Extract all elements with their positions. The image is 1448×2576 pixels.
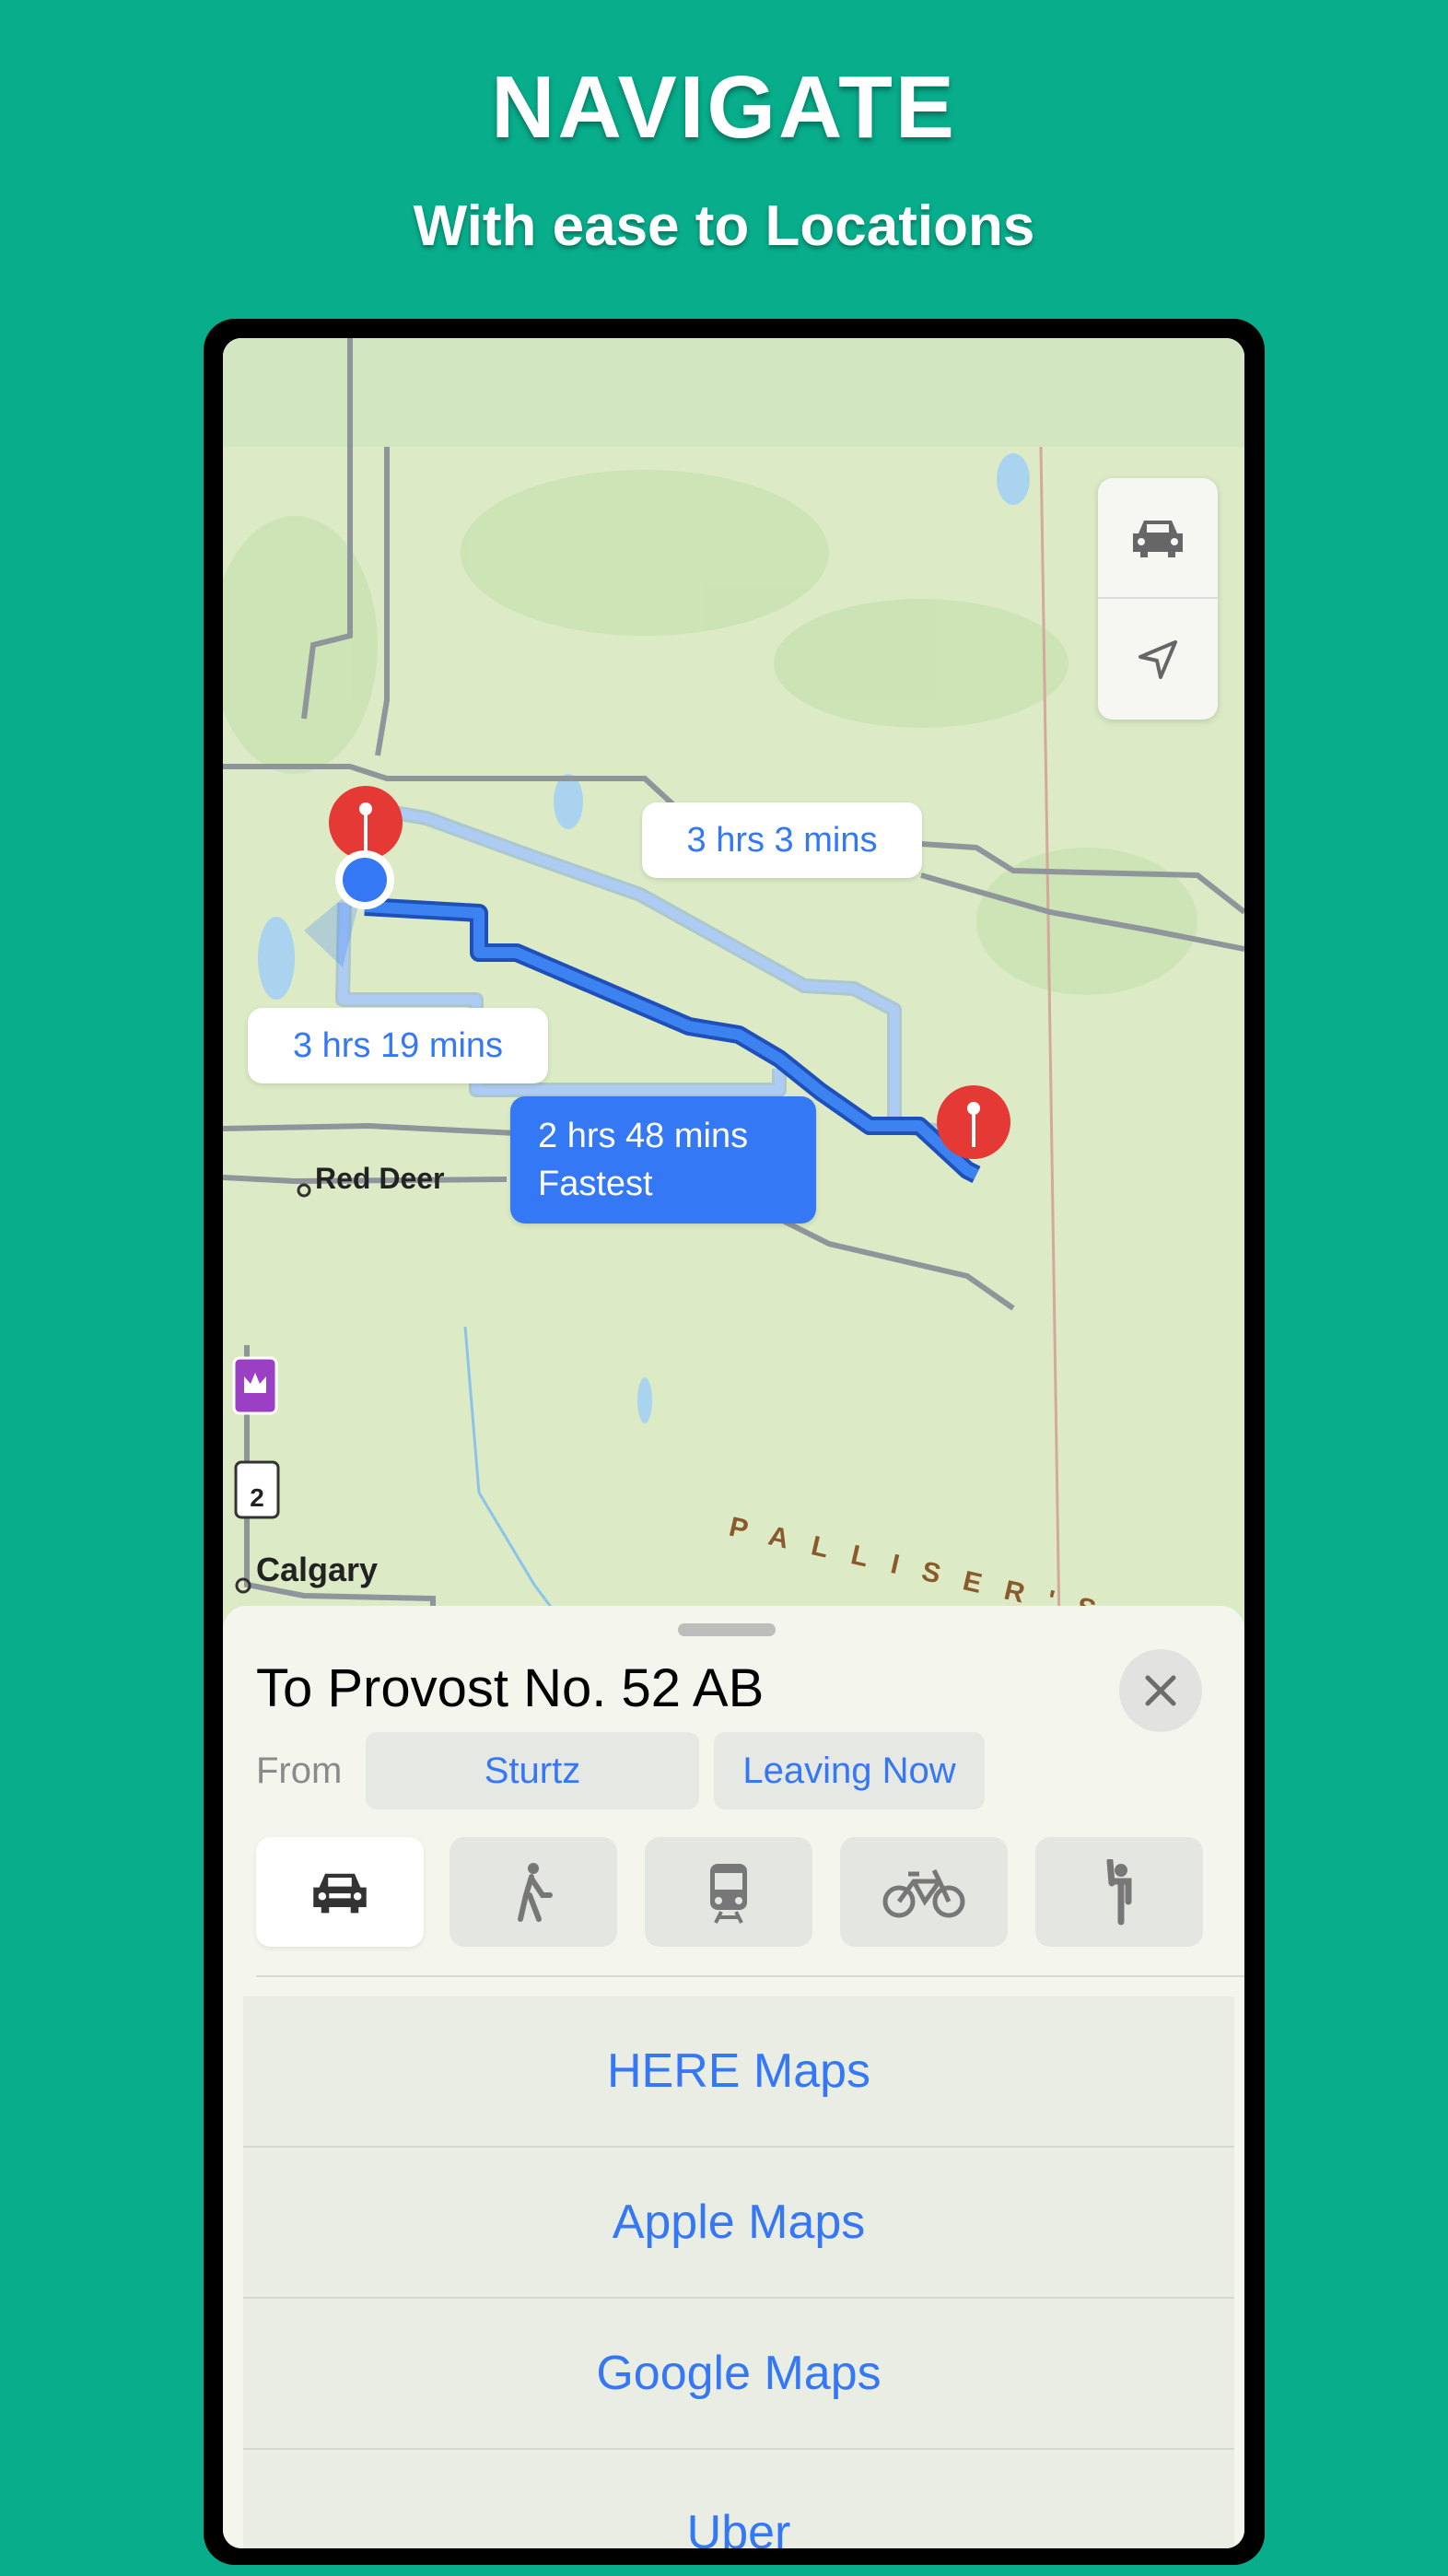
close-button[interactable] (1119, 1649, 1202, 1732)
phone-screen: 2 PALLISER'S Red Deer Calgary 3 hrs 3 mi… (223, 338, 1244, 2548)
highway-shield-icon: 2 (234, 1460, 280, 1519)
app-option-apple-maps[interactable]: Apple Maps (243, 2148, 1234, 2299)
mode-drive[interactable] (256, 1837, 424, 1947)
app-option-here-maps[interactable]: HERE Maps (243, 1996, 1234, 2148)
ride-hail-icon (1106, 1858, 1132, 1925)
hero-title: NAVIGATE (491, 58, 957, 157)
destination-title: To Provost No. 52 AB (256, 1658, 765, 1718)
map-top-band (223, 338, 1244, 447)
mode-transit[interactable] (645, 1837, 812, 1947)
fastest-route-bubble[interactable]: 2 hrs 48 mins Fastest (510, 1096, 816, 1224)
mode-cycle[interactable] (840, 1837, 1008, 1947)
place-calgary: Calgary (256, 1551, 379, 1588)
car-icon (313, 1873, 367, 1913)
close-icon (1145, 1675, 1176, 1706)
bicycle-icon (882, 1868, 965, 1917)
current-location-icon (335, 850, 394, 909)
map-controls (1098, 478, 1218, 720)
app-picker-list: HERE Maps Apple Maps Google Maps Uber (243, 1996, 1234, 2548)
crown-shield-icon (232, 1356, 278, 1415)
from-location-button[interactable]: Sturtz (366, 1732, 699, 1809)
app-option-google-maps[interactable]: Google Maps (243, 2299, 1234, 2450)
mode-ride-hail[interactable] (1035, 1837, 1203, 1947)
car-icon (1133, 520, 1183, 557)
sheet-grabber[interactable] (678, 1623, 776, 1636)
route-time-bubble[interactable]: 3 hrs 19 mins (248, 1008, 548, 1083)
location-arrow-icon (1139, 639, 1177, 679)
drive-mode-button[interactable] (1098, 478, 1218, 599)
walk-icon (518, 1862, 553, 1922)
hero-subtitle: With ease to Locations (413, 194, 1035, 258)
highway-number: 2 (250, 1483, 264, 1512)
destination-pin-icon (937, 1085, 1010, 1159)
sheet-divider (256, 1975, 1244, 1977)
map[interactable]: 2 PALLISER'S (223, 338, 1244, 1628)
transit-icon (710, 1863, 747, 1924)
fastest-route-time: 2 hrs 48 mins (538, 1117, 749, 1155)
location-button[interactable] (1098, 599, 1218, 720)
app-option-uber[interactable]: Uber (243, 2450, 1234, 2548)
departure-time-button[interactable]: Leaving Now (714, 1732, 985, 1809)
from-label: From (256, 1751, 343, 1791)
place-red-deer: Red Deer (315, 1162, 445, 1195)
fastest-route-tag: Fastest (538, 1165, 653, 1203)
mode-walk[interactable] (450, 1837, 617, 1947)
route-time-bubble[interactable]: 3 hrs 3 mins (642, 802, 922, 878)
